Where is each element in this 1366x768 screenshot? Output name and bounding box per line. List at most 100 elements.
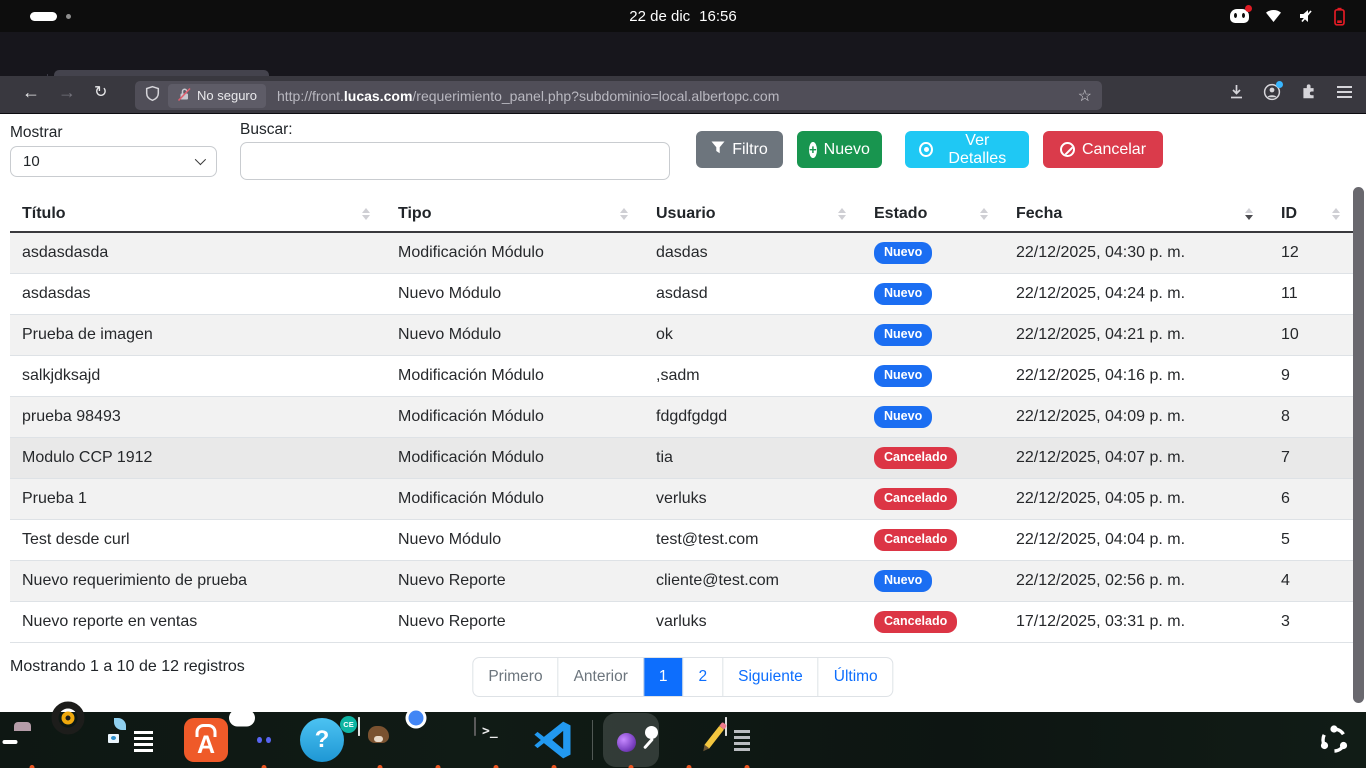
page-size-select[interactable]: 10 [10, 146, 217, 177]
dock-item-firefox[interactable] [609, 718, 653, 762]
table-row[interactable]: Prueba de imagenNuevo MódulookNuevo22/12… [10, 315, 1356, 356]
column-label: Usuario [656, 205, 716, 223]
show-apps-button[interactable] [1316, 722, 1352, 758]
cell-titulo: salkjdksajd [10, 356, 386, 396]
table-row[interactable]: asdasdasNuevo MóduloasdasdNuevo22/12/202… [10, 274, 1356, 315]
table-row[interactable]: Nuevo requerimiento de pruebaNuevo Repor… [10, 561, 1356, 602]
cell-tipo: Modificación Módulo [386, 397, 644, 437]
dock [0, 712, 1366, 768]
dock-item-files[interactable] [10, 718, 54, 762]
help-icon [300, 718, 344, 762]
column-header-estado[interactable]: Estado [862, 196, 1004, 231]
forward-button[interactable]: → [58, 82, 76, 103]
cell-id: 4 [1269, 561, 1356, 601]
cell-titulo: Nuevo requerimiento de prueba [10, 561, 386, 601]
page-button-ultimo[interactable]: Último [818, 658, 893, 696]
menu-icon[interactable] [1337, 86, 1352, 98]
table-row[interactable]: Prueba 1Modificación MóduloverluksCancel… [10, 479, 1356, 520]
cell-fecha: 17/12/2025, 03:31 p. m. [1004, 602, 1269, 642]
dock-item-libreoffice-writer[interactable] [126, 718, 170, 762]
cell-estado: Nuevo [862, 397, 1004, 437]
app-center-icon [184, 718, 228, 762]
discord-tray-icon[interactable] [1230, 9, 1249, 23]
filter-button[interactable]: Filtro [696, 131, 783, 168]
reload-button[interactable]: ↻ [94, 82, 107, 102]
eye-icon [919, 142, 933, 157]
chevron-down-icon [195, 154, 206, 165]
dock-item-vscode[interactable] [532, 718, 576, 762]
table-row[interactable]: prueba 98493Modificación Módulofdgdfgdgd… [10, 397, 1356, 438]
dock-item-postman[interactable] [667, 718, 711, 762]
broken-lock-icon [177, 87, 191, 105]
cell-usuario: varluks [644, 602, 862, 642]
table-row[interactable]: Modulo CCP 1912Modificación MódulotiaCan… [10, 438, 1356, 479]
dock-item-dbeaver[interactable] [358, 718, 402, 762]
page-button-2[interactable]: 2 [682, 658, 722, 696]
table-row[interactable]: asdasdasdaModificación MódulodasdasNuevo… [10, 233, 1356, 274]
cell-fecha: 22/12/2025, 04:24 p. m. [1004, 274, 1269, 314]
back-button[interactable]: ← [22, 82, 40, 103]
extensions-icon[interactable] [1300, 83, 1317, 100]
dbeaver-icon [358, 717, 360, 736]
cell-fecha: 22/12/2025, 04:04 p. m. [1004, 520, 1269, 560]
column-header-tipo[interactable]: Tipo [386, 196, 644, 231]
sort-icon [620, 208, 628, 220]
cell-estado: Cancelado [862, 479, 1004, 519]
status-badge: Nuevo [874, 242, 932, 264]
cancel-button[interactable]: Cancelar [1043, 131, 1163, 168]
pagination: PrimeroAnterior12SiguienteÚltimo [472, 657, 893, 697]
cell-tipo: Nuevo Reporte [386, 602, 644, 642]
bookmark-star-icon[interactable]: ☆ [1078, 86, 1092, 106]
cell-usuario: asdasd [644, 274, 862, 314]
table-row[interactable]: Nuevo reporte en ventasNuevo Reportevarl… [10, 602, 1356, 643]
page-button-siguiente[interactable]: Siguiente [722, 658, 818, 696]
system-tray[interactable] [1230, 0, 1348, 32]
dock-item-terminal[interactable] [474, 718, 518, 762]
new-button[interactable]: + Nuevo [797, 131, 882, 168]
ban-icon [1060, 142, 1075, 157]
system-clock[interactable]: 22 de dic 16:56 [0, 0, 1366, 32]
cell-id: 6 [1269, 479, 1356, 519]
column-label: Título [22, 205, 66, 223]
cell-fecha: 22/12/2025, 04:30 p. m. [1004, 233, 1269, 273]
page-button-1[interactable]: 1 [643, 658, 683, 696]
status-badge: Cancelado [874, 447, 957, 469]
search-input[interactable] [240, 142, 670, 180]
dock-item-discord[interactable] [242, 718, 286, 762]
show-apps-icon [1316, 722, 1352, 758]
view-details-button[interactable]: Ver Detalles [905, 131, 1029, 168]
search-label: Buscar: [240, 121, 293, 139]
cell-tipo: Modificación Módulo [386, 479, 644, 519]
status-badge: Nuevo [874, 406, 932, 428]
sort-icon [1332, 208, 1340, 220]
column-label: Estado [874, 205, 927, 223]
dock-item-text-editor[interactable] [725, 718, 769, 762]
table-row[interactable]: salkjdksajdModificación Módulo,sadmNuevo… [10, 356, 1356, 397]
cell-estado: Nuevo [862, 315, 1004, 355]
cell-tipo: Nuevo Módulo [386, 520, 644, 560]
cell-titulo: prueba 98493 [10, 397, 386, 437]
dock-item-chrome[interactable] [416, 718, 460, 762]
table-row[interactable]: Test desde curlNuevo Módulotest@test.com… [10, 520, 1356, 561]
url-text[interactable]: http://front.lucas.com/requerimiento_pan… [277, 88, 1078, 104]
address-bar[interactable]: No seguro http://front.lucas.com/requeri… [135, 81, 1102, 110]
column-header-titulo[interactable]: Título [10, 196, 386, 231]
page-button-primero[interactable]: Primero [473, 658, 557, 696]
downloads-icon[interactable] [1228, 83, 1245, 100]
shield-icon[interactable] [145, 85, 160, 107]
column-header-usuario[interactable]: Usuario [644, 196, 862, 231]
status-badge: Cancelado [874, 529, 957, 551]
cell-titulo: Modulo CCP 1912 [10, 438, 386, 478]
requirements-table: Título Tipo Usuario Estado FechaID asdasdasd… [10, 196, 1356, 643]
status-badge: Nuevo [874, 283, 932, 305]
dock-item-app-center[interactable] [184, 718, 228, 762]
cell-tipo: Nuevo Módulo [386, 315, 644, 355]
dock-item-help[interactable] [300, 718, 344, 762]
column-header-fecha[interactable]: Fecha [1004, 196, 1269, 231]
scrollbar-thumb[interactable] [1353, 187, 1364, 703]
account-icon[interactable] [1263, 83, 1281, 101]
dock-item-rhythmbox[interactable] [68, 718, 112, 762]
security-chip[interactable]: No seguro [168, 84, 266, 108]
column-header-id[interactable]: ID [1269, 196, 1356, 231]
page-button-anterior[interactable]: Anterior [558, 658, 643, 696]
